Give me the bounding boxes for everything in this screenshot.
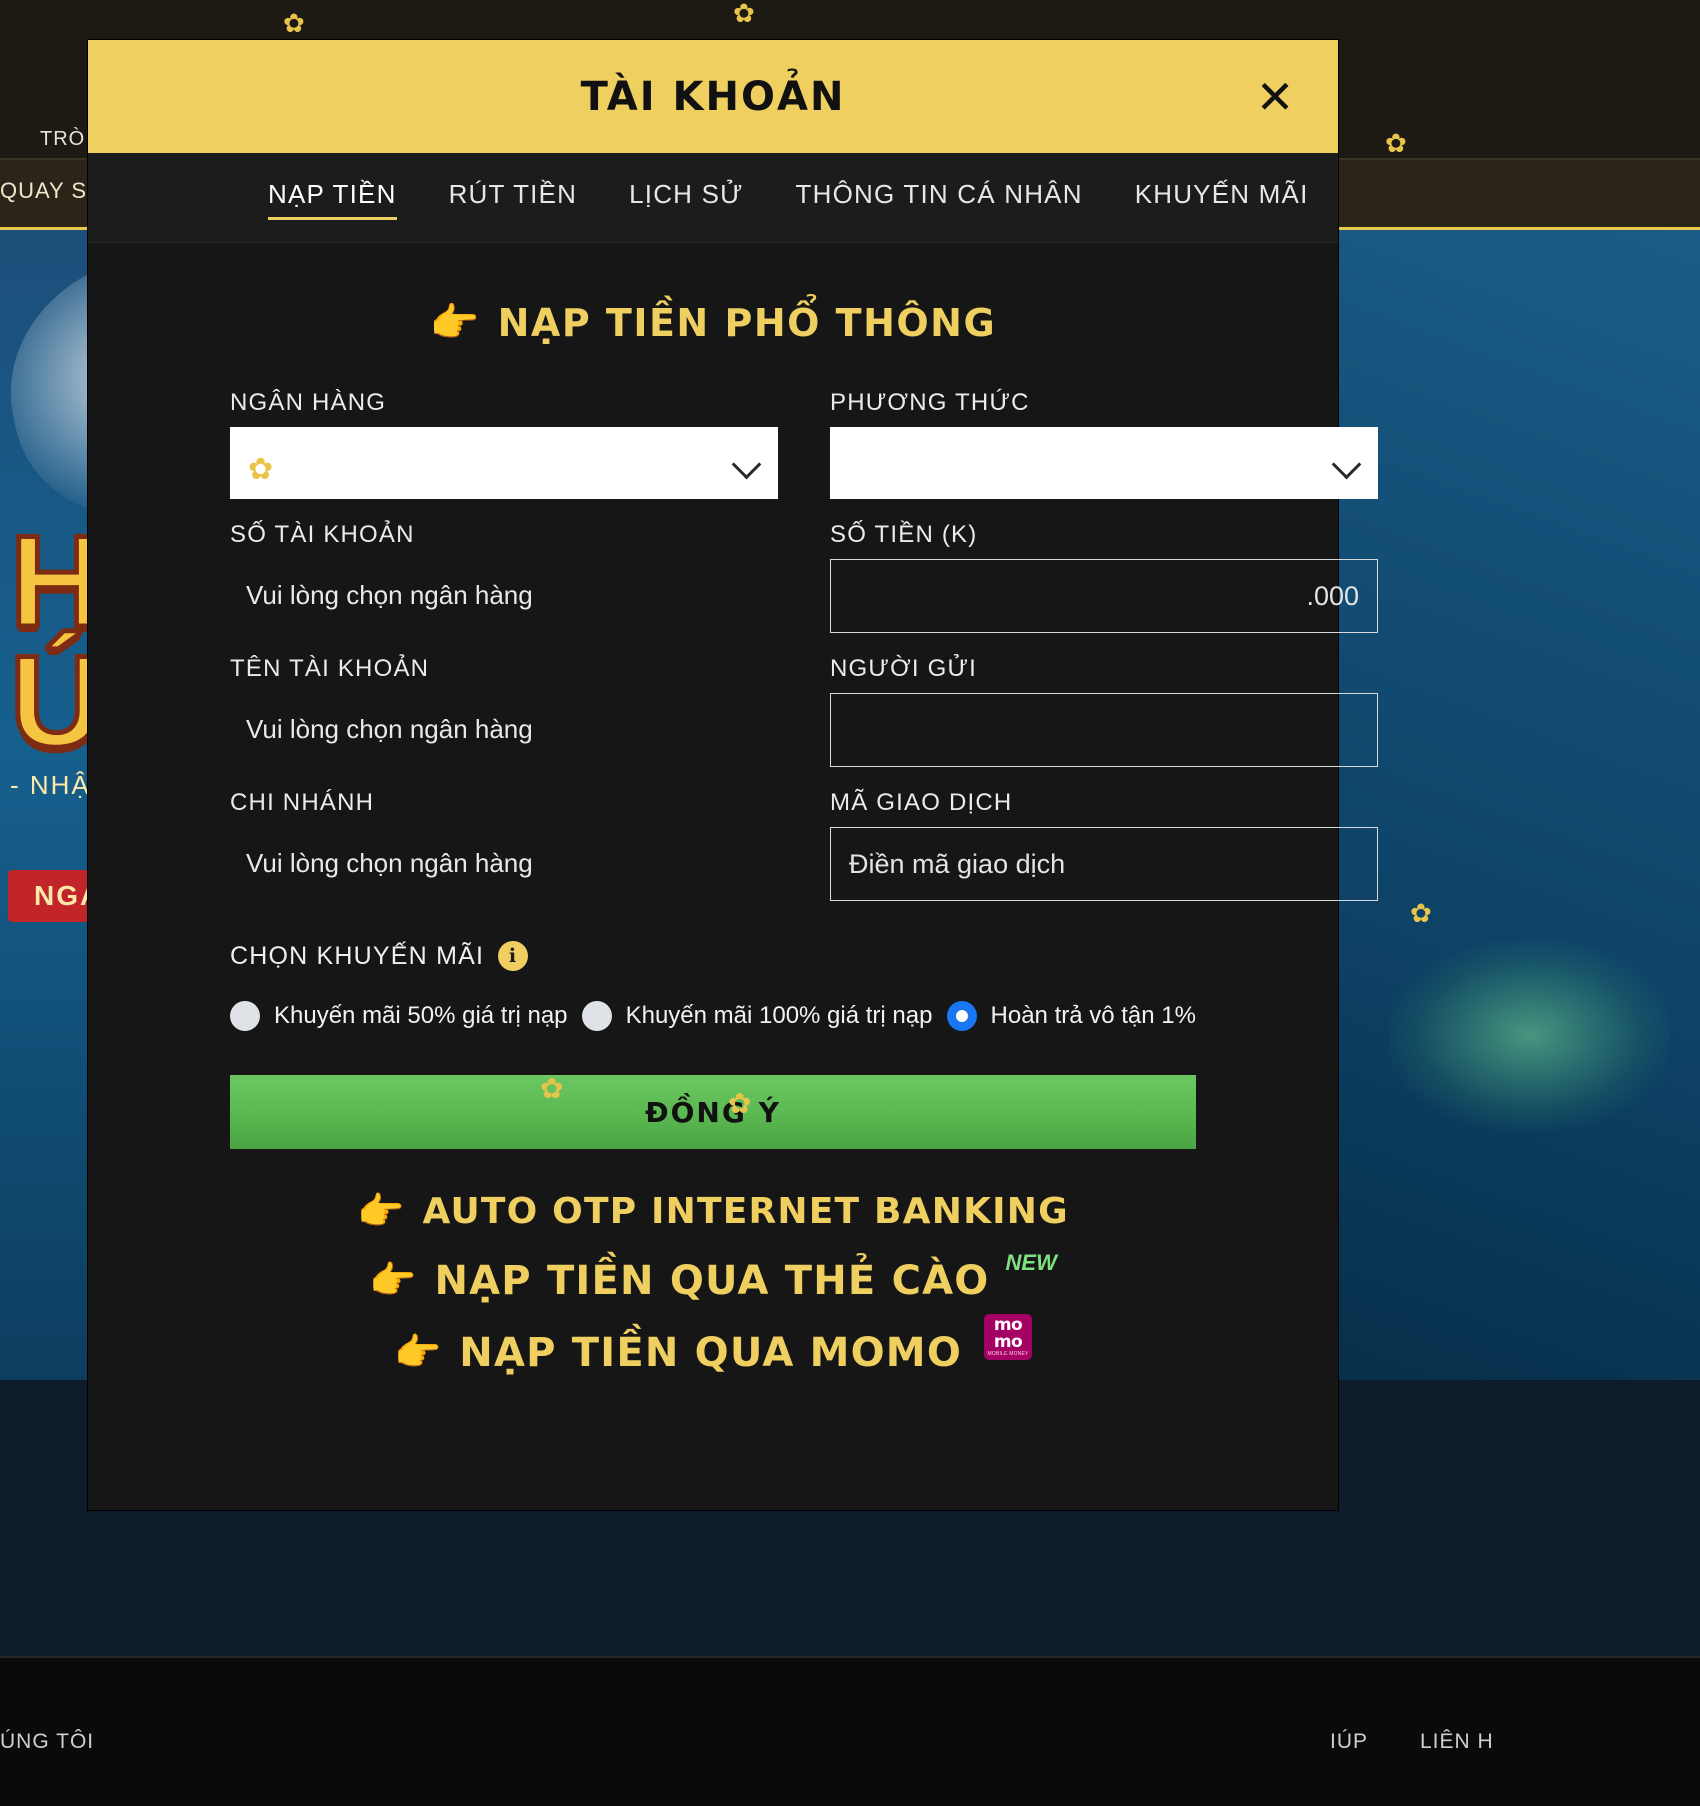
promo-section-title: CHỌN KHUYẾN MÃI i [230,941,1196,971]
promo-options: Khuyến mãi 50% giá trị nạp Khuyến mãi 10… [230,1001,1196,1031]
blossom-icon: ✿ [283,8,305,38]
blossom-icon: ✿ [248,453,274,486]
link-auto-otp-label: AUTO OTP INTERNET BANKING [422,1191,1069,1232]
promo-label-100: Khuyến mãi 100% giá trị nạp [625,1002,933,1029]
field-account-name: TÊN TÀI KHOẢN Vui lòng chọn ngân hàng [230,655,778,767]
tab-lich-su[interactable]: LỊCH SỬ [629,179,743,216]
field-sender: NGƯỜI GỬI [830,655,1378,767]
field-label-account-number: SỐ TÀI KHOẢN [230,521,415,548]
modal-body: 👉 NẠP TIỀN PHỔ THÔNG NGÂN HÀNG PHƯƠNG TH… [88,243,1378,1510]
field-label-bank: NGÂN HÀNG [230,389,387,416]
field-method: PHƯƠNG THỨC [830,389,1378,499]
link-nap-tien-qua-momo[interactable]: 👉 NẠP TIỀN QUA MOMO mo mo MOBILE MONEY [230,1314,1196,1376]
sender-input[interactable] [830,693,1378,767]
promo-option-50[interactable]: Khuyến mãi 50% giá trị nạp [230,1001,568,1031]
amount-input[interactable] [830,559,1378,633]
link-auto-otp-internet-banking[interactable]: 👉 AUTO OTP INTERNET BANKING [230,1191,1196,1232]
tab-thong-tin-ca-nhan[interactable]: THÔNG TIN CÁ NHÂN [796,179,1083,216]
field-amount: SỐ TIỀN (K) [830,521,1378,633]
field-label-account-name: TÊN TÀI KHOẢN [230,655,430,682]
background-hero-title-1: H [8,508,107,654]
page-title: TÀI KHOẢN [580,73,846,120]
background-footer-mid: IÚP [1330,1730,1369,1753]
radio-promo-100[interactable] [581,1001,612,1031]
account-number-value: Vui lòng chọn ngân hàng [246,579,533,610]
field-label-method: PHƯƠNG THỨC [830,389,1030,416]
field-branch: CHI NHÁNH Vui lòng chọn ngân hàng [230,789,778,901]
account-name-value: Vui lòng chọn ngân hàng [246,713,533,744]
link-momo-label: NẠP TIỀN QUA MOMO [459,1330,963,1376]
section-heading: 👉 NẠP TIỀN PHỔ THÔNG [230,243,1196,389]
field-label-sender: NGƯỜI GỬI [830,655,978,682]
pointing-finger-icon: 👉 [393,1332,442,1374]
alternate-methods: 👉 AUTO OTP INTERNET BANKING 👉 NẠP TIỀN Q… [230,1191,1196,1376]
method-select[interactable] [830,427,1378,499]
promo-option-rebate[interactable]: Hoàn trả vô tận 1% [946,1001,1196,1031]
section-heading-text: NẠP TIỀN PHỔ THÔNG [497,301,997,345]
pointing-finger-icon: 👉 [357,1190,405,1233]
info-icon[interactable]: i [498,941,529,971]
tab-khuyen-mai[interactable]: KHUYẾN MÃI [1135,179,1309,216]
momo-logo-line3: MOBILE MONEY [987,1351,1029,1357]
promo-option-100[interactable]: Khuyến mãi 100% giá trị nạp [581,1001,933,1031]
blossom-icon: ✿ [1385,128,1407,158]
background-right-glow [1390,940,1670,1130]
blossom-icon: ✿ [733,0,755,28]
field-label-amount: SỐ TIỀN (K) [830,521,978,548]
close-icon[interactable]: ✕ [1252,74,1298,120]
field-label-transaction-code: MÃ GIAO DỊCH [830,789,1013,816]
tab-bar: NẠP TIỀN RÚT TIỀN LỊCH SỬ THÔNG TIN CÁ N… [88,153,1338,243]
momo-logo-line2: mo [993,1332,1023,1352]
radio-promo-50[interactable] [230,1001,260,1031]
field-bank: NGÂN HÀNG [230,389,778,499]
background-hero-title-2: Ú [8,628,107,774]
link-nap-tien-qua-the-cao[interactable]: 👉 NẠP TIỀN QUA THẺ CÀO NEW [230,1250,1196,1304]
momo-logo-icon: mo mo MOBILE MONEY [984,1314,1033,1360]
branch-value: Vui lòng chọn ngân hàng [246,847,533,878]
bank-select[interactable] [230,427,778,499]
background-footer-left: ÚNG TÔI [0,1730,95,1753]
account-modal: TÀI KHOẢN ✕ NẠP TIỀN RÚT TIỀN LỊCH SỬ TH… [88,40,1378,1510]
background-footer-right: LIÊN H [1420,1730,1494,1753]
field-transaction-code: MÃ GIAO DỊCH [830,789,1378,901]
chevron-down-icon [1334,450,1360,476]
blossom-icon: ✿ [1410,898,1432,928]
pointing-finger-icon: 👉 [369,1260,417,1302]
new-badge: NEW [1005,1250,1057,1275]
submit-button[interactable]: ĐỒNG Ý [230,1075,1196,1149]
chevron-down-icon [734,450,760,476]
pointing-finger-icon: 👉 [429,301,480,345]
blossom-icon: ✿ [728,1088,752,1119]
tab-rut-tien[interactable]: RÚT TIỀN [449,179,578,216]
promo-label-50: Khuyến mãi 50% giá trị nạp [274,1002,568,1029]
field-account-number: SỐ TÀI KHOẢN Vui lòng chọn ngân hàng [230,521,778,633]
blossom-icon: ✿ [540,1073,564,1104]
field-label-branch: CHI NHÁNH [230,789,375,816]
promo-label-rebate: Hoàn trả vô tận 1% [990,1002,1196,1029]
deposit-form: NGÂN HÀNG PHƯƠNG THỨC SỐ TÀI KHOẢN Vui l… [230,389,1378,923]
transaction-code-input[interactable] [830,827,1378,901]
radio-promo-rebate[interactable] [946,1001,977,1031]
modal-header: TÀI KHOẢN ✕ [88,40,1338,153]
tab-nap-tien[interactable]: NẠP TIỀN [268,179,397,220]
background-topbar-label: TRÒ [40,128,86,150]
link-the-cao-label: NẠP TIỀN QUA THẺ CÀO [434,1258,990,1304]
promo-section-label: CHỌN KHUYẾN MÃI [230,941,485,970]
